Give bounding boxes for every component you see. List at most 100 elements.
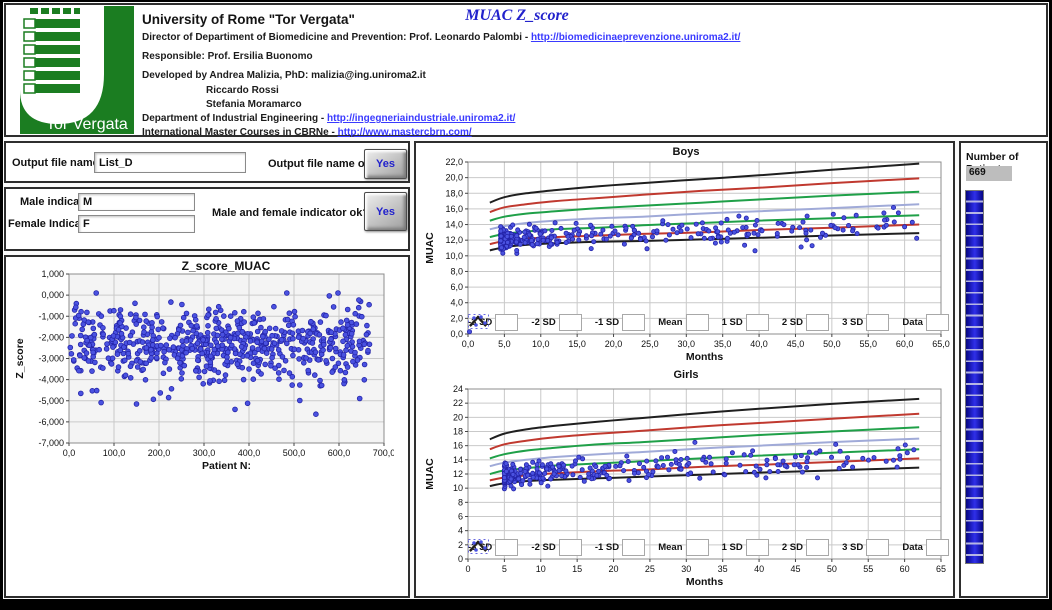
svg-text:60,0: 60,0 xyxy=(896,339,914,349)
header-link[interactable]: http://biomedicinaeprevenzione.uniroma2.… xyxy=(531,32,740,43)
svg-text:10: 10 xyxy=(536,564,546,574)
legend-curve-icon xyxy=(746,539,769,556)
zscore-chart-svg: 0,0100,0200,0300,0400,0500,0600,0700,01,… xyxy=(12,269,394,479)
header-link[interactable]: http://www.mastercbrn.com/ xyxy=(338,127,472,138)
svg-text:24: 24 xyxy=(453,384,463,394)
header-line-text: Riccardo Rossi xyxy=(206,85,279,96)
legend-item-mean[interactable]: Mean xyxy=(658,539,708,556)
svg-text:20: 20 xyxy=(609,564,619,574)
svg-text:0,0: 0,0 xyxy=(63,448,76,458)
svg-text:0: 0 xyxy=(458,554,463,564)
header-line: Stefania Moramarco xyxy=(206,99,302,110)
header-line: International Master Courses in CBRNe - … xyxy=(142,127,472,138)
legend-data-dots-icon xyxy=(926,539,949,556)
male-indicator-input[interactable] xyxy=(78,193,195,211)
svg-text:Patient N:: Patient N: xyxy=(202,460,251,472)
svg-text:-1,000: -1,000 xyxy=(38,311,64,321)
output-file-input[interactable] xyxy=(94,152,246,173)
growth-charts-panel: Boys 0,05,010,015,020,025,030,035,040,04… xyxy=(414,141,955,598)
svg-text:16: 16 xyxy=(453,441,463,451)
svg-text:0,000: 0,000 xyxy=(41,290,64,300)
svg-text:Months: Months xyxy=(686,576,723,588)
svg-text:0,0: 0,0 xyxy=(450,329,463,339)
svg-text:2: 2 xyxy=(458,540,463,550)
svg-text:5,0: 5,0 xyxy=(498,339,511,349)
legend-item--2-sd[interactable]: -2 SD xyxy=(531,539,581,556)
svg-text:15,0: 15,0 xyxy=(568,339,586,349)
header-line-text: Stefania Moramarco xyxy=(206,99,302,110)
svg-text:700,0: 700,0 xyxy=(373,448,394,458)
legend-item-3-sd[interactable]: 3 SD xyxy=(842,539,889,556)
svg-text:600,0: 600,0 xyxy=(328,448,351,458)
svg-text:50: 50 xyxy=(827,564,837,574)
legend-curve-icon xyxy=(866,314,889,331)
legend-data-dots-icon xyxy=(926,314,949,331)
legend-item-1-sd[interactable]: 1 SD xyxy=(722,314,769,331)
svg-text:0: 0 xyxy=(465,564,470,574)
svg-text:30: 30 xyxy=(681,564,691,574)
header-line-text: Director of Departiment of Biomedicine a… xyxy=(142,32,531,43)
svg-text:60: 60 xyxy=(900,564,910,574)
svg-text:2,0: 2,0 xyxy=(450,313,463,323)
legend-label: 3 SD xyxy=(842,542,863,553)
app-title: MUAC Z_score xyxy=(427,7,607,25)
header-line: Riccardo Rossi xyxy=(206,85,279,96)
legend-item-data[interactable]: Data xyxy=(902,539,949,556)
legend-label: Mean xyxy=(658,542,682,553)
svg-text:65: 65 xyxy=(936,564,946,574)
svg-text:45: 45 xyxy=(790,564,800,574)
university-logo: Tor Vergata xyxy=(8,6,134,134)
svg-text:400,0: 400,0 xyxy=(238,448,261,458)
header-line-text: Department of Industrial Engineering - xyxy=(142,113,327,124)
output-file-panel: Output file name Output file name ok? Ye… xyxy=(4,141,410,183)
legend-curve-icon xyxy=(495,539,518,556)
svg-text:20,0: 20,0 xyxy=(445,173,463,183)
svg-text:-2,000: -2,000 xyxy=(38,332,64,342)
svg-text:5: 5 xyxy=(502,564,507,574)
header-line: Department of Industrial Engineering - h… xyxy=(142,113,515,124)
girls-plot-legend: -3 SD-2 SD-1 SDMean1 SD2 SD3 SDData xyxy=(468,539,949,556)
legend-curve-icon xyxy=(559,539,582,556)
legend-item-2-sd[interactable]: 2 SD xyxy=(782,314,829,331)
legend-item-3-sd[interactable]: 3 SD xyxy=(842,314,889,331)
svg-text:500,0: 500,0 xyxy=(283,448,306,458)
legend-item-2-sd[interactable]: 2 SD xyxy=(782,539,829,556)
svg-text:20,0: 20,0 xyxy=(605,339,623,349)
svg-text:55,0: 55,0 xyxy=(859,339,877,349)
output-file-label: Output file name xyxy=(12,157,99,169)
legend-label: 3 SD xyxy=(842,317,863,328)
svg-text:-6,000: -6,000 xyxy=(38,417,64,427)
svg-text:Months: Months xyxy=(686,351,723,363)
legend-item--1-sd[interactable]: -1 SD xyxy=(595,539,645,556)
legend-item-mean[interactable]: Mean xyxy=(658,314,708,331)
legend-curve-icon xyxy=(559,314,582,331)
svg-text:35,0: 35,0 xyxy=(714,339,732,349)
patients-tank-indicator xyxy=(965,190,984,564)
indicator-panel: Male indicator Female Indicator Male and… xyxy=(4,187,410,251)
legend-curve-icon xyxy=(746,314,769,331)
svg-text:15: 15 xyxy=(572,564,582,574)
svg-text:MUAC: MUAC xyxy=(424,458,436,490)
svg-text:20: 20 xyxy=(453,412,463,422)
header-link[interactable]: http://ingegneriaindustriale.uniroma2.it… xyxy=(327,113,515,124)
legend-item--1-sd[interactable]: -1 SD xyxy=(595,314,645,331)
legend-label: 1 SD xyxy=(722,317,743,328)
output-file-ok-button[interactable]: Yes xyxy=(364,149,407,179)
svg-text:0,0: 0,0 xyxy=(462,339,475,349)
legend-curve-icon xyxy=(686,539,709,556)
legend-label: -1 SD xyxy=(595,542,619,553)
legend-item-1-sd[interactable]: 1 SD xyxy=(722,539,769,556)
header-line: Director of Departiment of Biomedicine a… xyxy=(142,32,740,43)
legend-item-data[interactable]: Data xyxy=(902,314,949,331)
mf-ok-button[interactable]: Yes xyxy=(364,192,407,231)
boys-plot-legend: -3 SD-2 SD-1 SDMean1 SD2 SD3 SDData xyxy=(468,314,949,331)
legend-item--2-sd[interactable]: -2 SD xyxy=(531,314,581,331)
legend-curve-icon xyxy=(622,314,645,331)
female-indicator-input[interactable] xyxy=(78,215,195,233)
legend-curve-icon xyxy=(806,314,829,331)
girls-chart: 0510152025303540455055606502468101214161… xyxy=(422,383,951,599)
legend-label: Data xyxy=(902,542,923,553)
legend-curve-icon xyxy=(686,314,709,331)
svg-text:22,0: 22,0 xyxy=(445,157,463,167)
svg-text:Z_score: Z_score xyxy=(14,338,26,378)
